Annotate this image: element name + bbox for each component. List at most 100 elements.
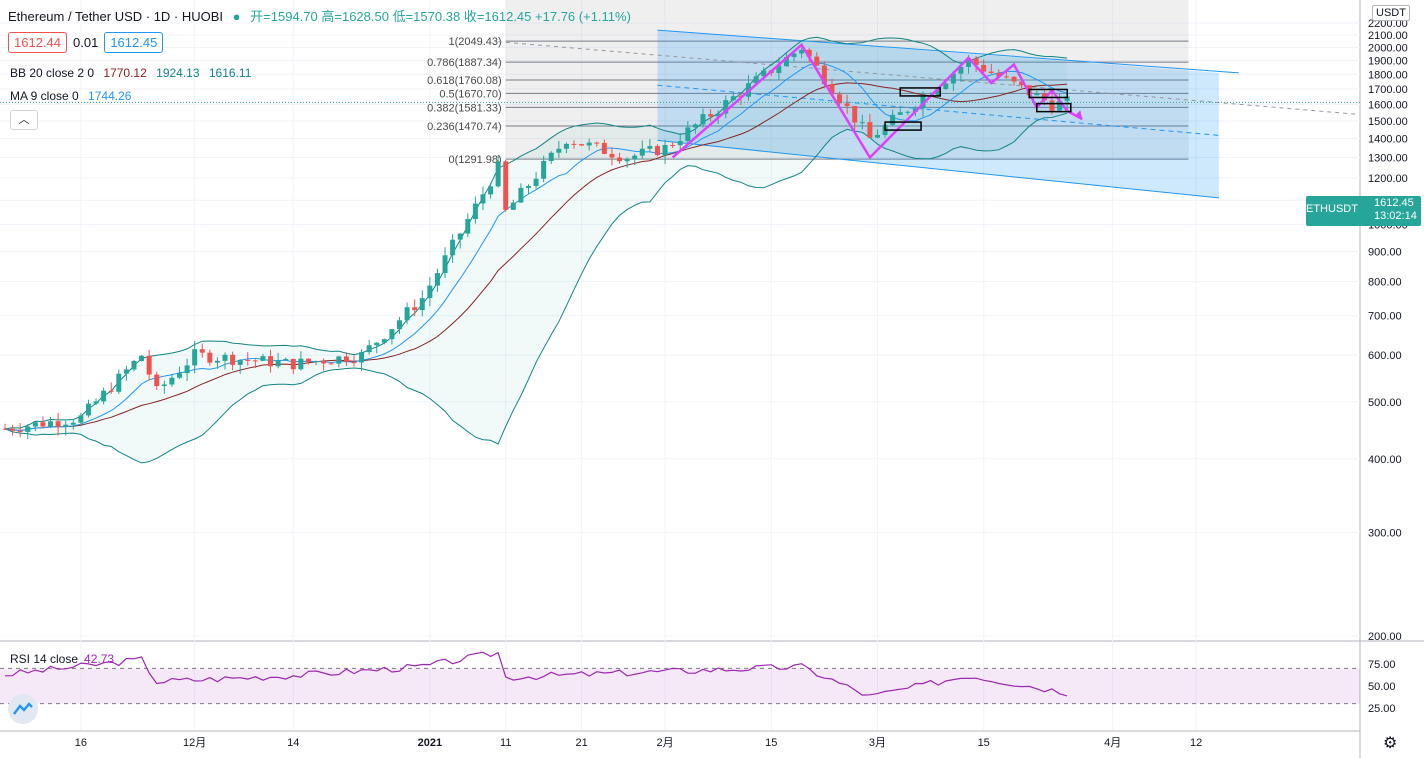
candle-body — [442, 255, 448, 274]
price-tick-label: 1300.00 — [1368, 152, 1408, 164]
candle-body — [192, 349, 198, 366]
candle-body — [518, 187, 524, 203]
candle-body — [571, 143, 577, 145]
candle-body — [230, 354, 236, 365]
bb-legend[interactable]: BB 20 close 2 0 1770.12 1924.13 1616.11 — [10, 66, 251, 80]
rsi-band — [0, 668, 1360, 704]
candle-body — [336, 356, 342, 364]
candle-body — [207, 352, 213, 363]
candle-body — [298, 358, 304, 370]
candle-body — [397, 320, 403, 330]
currency-unit[interactable]: USDT — [1372, 5, 1410, 21]
candle-body — [1034, 93, 1040, 96]
candle-body — [419, 298, 425, 311]
symbol-title[interactable]: Ethereum / Tether USD · 1D · HUOBI — [8, 9, 223, 24]
candle-body — [321, 361, 327, 364]
change-value: +17.76 (+1.11%) — [535, 9, 631, 24]
bb-upper-value: 1924.13 — [156, 66, 200, 80]
time-tick-label: 15 — [765, 737, 777, 749]
candle-body — [609, 153, 615, 158]
rsi-legend[interactable]: RSI 14 close 42.73 — [10, 652, 114, 666]
candle-body — [844, 103, 850, 106]
fib-level-label: 0.5(1670.70) — [439, 88, 501, 100]
candle-body — [70, 422, 76, 425]
close-value: 收=1612.45 — [463, 9, 532, 24]
price-tick-label: 600.00 — [1368, 350, 1402, 362]
time-tick-label: 11 — [500, 737, 511, 749]
candle-body — [40, 422, 46, 427]
buy-button[interactable]: 1612.45 — [104, 32, 164, 53]
candle-body — [290, 358, 296, 370]
candle-body — [404, 307, 410, 321]
price-tick-label: 2000.00 — [1368, 42, 1408, 54]
candle-body — [222, 354, 228, 361]
sell-button[interactable]: 1612.44 — [8, 32, 67, 53]
candle-body — [275, 360, 281, 367]
candle-body — [874, 134, 880, 138]
candle-body — [381, 339, 387, 343]
spread-value: 0.01 — [73, 35, 99, 50]
bb-lower-value: 1616.11 — [208, 66, 252, 80]
candle-body — [730, 96, 736, 101]
candle-body — [116, 373, 122, 392]
candle-body — [548, 152, 554, 161]
candle-body — [32, 422, 38, 427]
candle-body — [2, 428, 8, 430]
chart-svg[interactable]: 2200.002100.002000.001900.001800.001700.… — [0, 0, 1424, 758]
bb-name: BB 20 close 2 0 — [10, 66, 95, 80]
candle-body — [374, 342, 380, 346]
time-tick-label: 12月 — [183, 737, 206, 749]
candle-body — [988, 71, 994, 73]
fib-level-label: 0.236(1470.74) — [427, 121, 502, 133]
candle-body — [814, 56, 820, 66]
candle-body — [283, 358, 289, 361]
candle-body — [533, 178, 539, 186]
price-tick-label: 2100.00 — [1368, 30, 1408, 42]
bb-basis-value: 1770.12 — [103, 66, 147, 80]
candle-body — [799, 49, 805, 54]
candle-body — [472, 203, 478, 220]
candle-body — [465, 219, 471, 234]
bar-countdown: 13:02:14 — [1374, 210, 1417, 222]
candle-body — [366, 345, 372, 353]
candle-body — [101, 390, 107, 402]
time-tick-label: 14 — [287, 737, 299, 749]
candle-body — [131, 361, 137, 370]
candle-body — [176, 373, 182, 378]
candle-body — [617, 157, 623, 162]
candle-body — [594, 142, 600, 144]
last-price-symbol: ETHUSDT — [1306, 203, 1358, 215]
price-tick-label: 1900.00 — [1368, 55, 1408, 67]
time-tick-label: 15 — [978, 737, 990, 749]
candle-body — [48, 421, 54, 427]
candle-body — [123, 369, 129, 374]
price-tick-label: 800.00 — [1368, 277, 1402, 289]
tradingview-logo-icon[interactable] — [8, 694, 38, 724]
candle-body — [480, 194, 486, 204]
candle-body — [488, 186, 494, 195]
candle-body — [897, 112, 903, 115]
candle-body — [654, 146, 660, 156]
collapse-legend-button[interactable]: ︿ — [10, 110, 38, 130]
candle-body — [78, 415, 84, 423]
gear-icon[interactable]: ⚙ — [1383, 733, 1397, 753]
ma-legend[interactable]: MA 9 close 0 1744.26 — [10, 89, 131, 103]
bid-ask-row: 1612.44 0.01 1612.45 — [8, 32, 164, 53]
price-tick-label: 700.00 — [1368, 311, 1402, 323]
candle-body — [412, 307, 418, 311]
candle-body — [708, 114, 714, 117]
candle-body — [17, 430, 23, 432]
ma-name: MA 9 close 0 — [10, 89, 79, 103]
candle-body — [427, 285, 433, 299]
rsi-value: 42.73 — [84, 652, 115, 666]
price-tick-label: 500.00 — [1368, 397, 1402, 409]
price-tick-label: 900.00 — [1368, 246, 1402, 258]
fib-level-label: 0.786(1887.34) — [427, 57, 502, 69]
candle-body — [1011, 76, 1017, 82]
candle-body — [541, 160, 547, 179]
candle-body — [563, 143, 569, 149]
candle-body — [632, 155, 638, 160]
candle-body — [214, 360, 220, 363]
candle-body — [351, 362, 357, 364]
fib-level-label: 0(1291.98) — [449, 154, 502, 166]
